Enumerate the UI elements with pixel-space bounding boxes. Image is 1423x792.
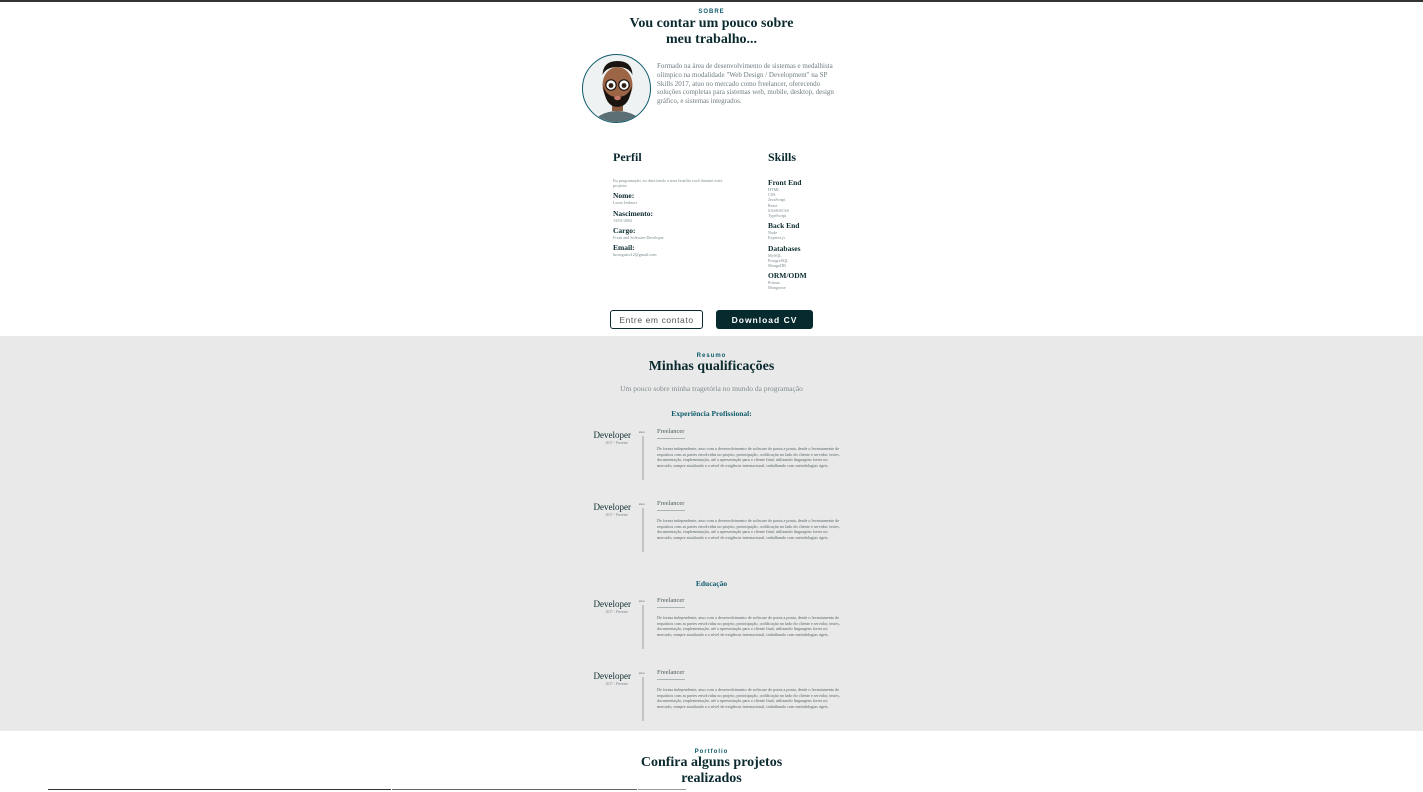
timeline-entry: Developer 2017 - Presente icon Freelance… [585, 500, 855, 562]
entry-role: Developer [593, 671, 631, 681]
skill-item: Express.js [768, 235, 786, 241]
qualifications-section: Resumo Minhas qualificações Um pouco sob… [0, 336, 1423, 731]
skill-group-name: Databases [768, 243, 801, 253]
skill-item: MongoDB [768, 263, 786, 269]
entry-role: Developer [593, 430, 631, 440]
entry-company: Freelancer [657, 428, 685, 435]
company-underline [657, 679, 685, 680]
about-intro: Formado na área de desenvolvimento de si… [657, 62, 834, 106]
project-card-edge [392, 789, 637, 790]
experience-heading: Experiência Profissional: [671, 409, 752, 418]
skill-group-frontend: Front End HTML CSS JavaScript React SASS… [768, 178, 848, 218]
field-value: Lucas Imbraci [613, 200, 638, 206]
about-title-line2: meu trabalho... [666, 32, 757, 47]
company-underline [657, 607, 685, 608]
qualifications-subtitle: Um pouco sobre minha tragetória no mundo… [620, 384, 803, 393]
education-heading: Educação [695, 579, 728, 588]
profile-blurb: Eu programação, eu diria tendo a terra b… [613, 178, 723, 189]
field-value: lucasgusto12@gmail.com [613, 252, 657, 258]
skill-group-name: Front End [768, 178, 802, 187]
skill-group-orm: ORM/ODM Prisma Mongoose [768, 271, 848, 290]
memoji-avatar-icon [594, 61, 641, 122]
entry-period: 2017 - Presente [605, 441, 628, 445]
about-eyebrow: SOBRE [698, 9, 725, 15]
download-cv-button[interactable]: Download CV [716, 310, 813, 329]
timeline-entry: Developer 2017 - Presente icon Freelance… [585, 669, 855, 731]
entry-period: 2017 - Presente [605, 682, 628, 686]
project-card-edge [48, 789, 391, 790]
field-value: 13/01/2002 [613, 217, 633, 223]
skills-block: Front End HTML CSS JavaScript React SASS… [768, 178, 848, 291]
skill-group-name: Back End [768, 221, 800, 231]
field-label: Nome: [613, 191, 635, 201]
company-underline [657, 438, 685, 439]
profile-field-role: Cargo: Front and Software Developer [613, 226, 743, 240]
entry-description: De forma independente, atuo com o desenv… [657, 518, 840, 540]
field-value: Front and Software Developer [613, 234, 664, 240]
profile-field-name: Nome: Lucas Imbraci [613, 191, 743, 205]
timeline-entry: Developer 2017 - Presente icon Freelance… [585, 597, 855, 659]
about-title: Vou contar um pouco sobre meu trabalho..… [0, 16, 1423, 48]
field-label: Email: [613, 243, 635, 253]
field-label: Cargo: [613, 225, 636, 235]
qualifications-title: Minhas qualificações [648, 359, 775, 374]
timeline-entry: Developer 2017 - Presente icon Freelance… [585, 428, 855, 490]
timeline-rail [642, 677, 644, 721]
entry-company: Freelancer [657, 500, 685, 507]
timeline-rail [642, 508, 644, 552]
calendar-icon: icon [639, 430, 645, 434]
field-label: Nascimento: [613, 208, 653, 218]
portfolio-title-line1: Confira alguns projetos [640, 755, 783, 770]
project-card-edge [638, 789, 686, 790]
company-underline [657, 510, 685, 511]
entry-role: Developer [593, 599, 631, 609]
entry-role: Developer [593, 502, 631, 512]
portfolio-section: Portfolio Confira alguns projetos realiz… [0, 731, 1423, 792]
about-title-line1: Vou contar um pouco sobre [629, 16, 794, 31]
calendar-icon: icon [639, 671, 645, 675]
entry-description: De forma independente, atuo com o desenv… [657, 446, 840, 468]
entry-description: De forma independente, atuo com o desenv… [657, 615, 840, 637]
profile-field-birth: Nascimento: 13/01/2002 [613, 209, 743, 223]
entry-company: Freelancer [657, 669, 685, 676]
contact-button[interactable]: Entre em contato [610, 310, 703, 329]
skills-title: Skills [768, 150, 797, 164]
profile-title: Perfil [613, 150, 642, 164]
skill-item: Mongoose [768, 285, 786, 291]
entry-description: De forma independente, atuo com o desenv… [657, 687, 840, 709]
portfolio-title: Confira alguns projetos realizados [0, 755, 1423, 787]
skill-group-backend: Back End Node Express.js [768, 221, 848, 240]
entry-period: 2017 - Presente [605, 513, 628, 517]
entry-period: 2017 - Presente [605, 610, 628, 614]
skill-group-databases: Databases MySQL PostgreSQL MongoDB [768, 244, 848, 269]
timeline-rail [642, 436, 644, 480]
entry-company: Freelancer [657, 597, 685, 604]
skill-item: TypeScript [768, 213, 787, 219]
timeline-rail [642, 605, 644, 649]
portfolio-title-line2: realizados [681, 771, 742, 786]
skill-group-name: ORM/ODM [768, 271, 807, 281]
avatar [582, 54, 651, 123]
profile-block: Eu programação, eu diria tendo a terra b… [613, 178, 743, 257]
about-section: SOBRE Vou contar um pouco sobre meu trab… [0, 2, 1423, 336]
calendar-icon: icon [639, 599, 645, 603]
profile-field-email: Email: lucasgusto12@gmail.com [613, 243, 743, 257]
calendar-icon: icon [639, 502, 645, 506]
